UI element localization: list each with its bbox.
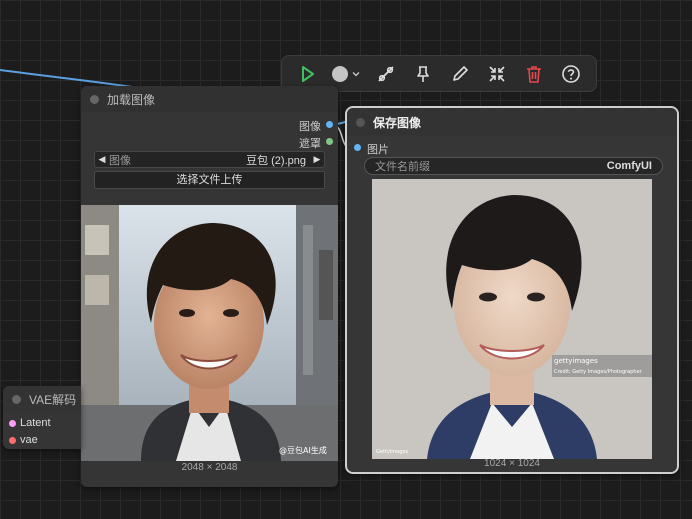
node-header[interactable]: 保存图像 bbox=[347, 108, 677, 136]
input-label-latent: Latent bbox=[20, 417, 51, 429]
chevron-down-icon bbox=[352, 71, 360, 76]
edit-button[interactable] bbox=[441, 55, 478, 92]
upload-button[interactable]: 选择文件上传 bbox=[94, 171, 325, 189]
delete-icon bbox=[527, 65, 542, 83]
load-image-node[interactable]: 加载图像 图像 遮罩 ◀ 图像 豆包 (2).png ▶ 选择文件上传 @豆包A… bbox=[81, 86, 338, 487]
image-combo-widget[interactable]: ◀ 图像 豆包 (2).png ▶ bbox=[94, 151, 325, 168]
node-title: 加载图像 bbox=[107, 92, 156, 107]
node-header[interactable]: VAE解码 bbox=[3, 386, 81, 412]
input-label-vae: vae bbox=[20, 434, 38, 446]
input-label-images: 图片 bbox=[367, 144, 389, 156]
edit-icon bbox=[453, 65, 468, 81]
help-icon bbox=[562, 64, 581, 83]
field-label: 文件名前缀 bbox=[375, 161, 430, 173]
collapse-icon bbox=[489, 65, 505, 82]
collapse-dot-icon[interactable] bbox=[12, 394, 21, 404]
combo-next-icon[interactable]: ▶ bbox=[310, 154, 324, 165]
help-button[interactable] bbox=[553, 55, 590, 92]
delete-button[interactable] bbox=[516, 55, 553, 92]
bypass-button[interactable] bbox=[367, 55, 404, 92]
save-image-node[interactable]: 保存图像 图片 文件名前缀 ComfyUI gettyimages Credit… bbox=[345, 106, 679, 474]
image-watermark: @豆包AI生成 bbox=[279, 445, 327, 455]
node-header[interactable]: 加载图像 bbox=[81, 86, 338, 112]
vae-decode-node[interactable]: VAE解码 Latent vae bbox=[3, 386, 81, 449]
play-icon bbox=[301, 65, 314, 82]
image-size-label: 2048 × 2048 bbox=[181, 462, 238, 473]
input-slot-images[interactable] bbox=[354, 144, 361, 151]
bypass-icon bbox=[378, 65, 394, 82]
pin-icon bbox=[417, 65, 429, 82]
output-slot-mask[interactable] bbox=[326, 138, 333, 145]
input-slot-latent[interactable] bbox=[9, 420, 16, 427]
getty-watermark-credit: Credit: Getty Images/Photographer bbox=[554, 369, 643, 375]
node-title: 保存图像 bbox=[373, 115, 422, 130]
getty-corner-mark: GettyImages bbox=[376, 449, 408, 455]
combo-label: 图像 bbox=[109, 154, 131, 167]
output-image-preview: gettyimages Credit: Getty Images/Photogr… bbox=[372, 179, 652, 459]
output-label-mask: 遮罩 bbox=[299, 138, 321, 150]
filename-prefix-field[interactable]: 文件名前缀 ComfyUI bbox=[364, 157, 663, 175]
output-label-image: 图像 bbox=[299, 121, 321, 133]
output-slot-image[interactable] bbox=[326, 121, 333, 128]
combo-value: 豆包 (2).png bbox=[246, 154, 306, 167]
image-preview: @豆包AI生成 bbox=[81, 205, 338, 461]
input-slot-vae[interactable] bbox=[9, 437, 16, 444]
output-size-label: 1024 × 1024 bbox=[484, 458, 540, 469]
pin-button[interactable] bbox=[404, 55, 441, 92]
collapse-button[interactable] bbox=[479, 55, 516, 92]
field-value: ComfyUI bbox=[606, 160, 652, 172]
getty-watermark-logo: gettyimages bbox=[554, 357, 598, 365]
color-picker-icon bbox=[331, 65, 348, 82]
node-title: VAE解码 bbox=[29, 392, 77, 407]
collapse-dot-icon[interactable] bbox=[356, 117, 365, 127]
combo-prev-icon[interactable]: ◀ bbox=[95, 154, 109, 165]
collapse-dot-icon[interactable] bbox=[90, 94, 99, 104]
